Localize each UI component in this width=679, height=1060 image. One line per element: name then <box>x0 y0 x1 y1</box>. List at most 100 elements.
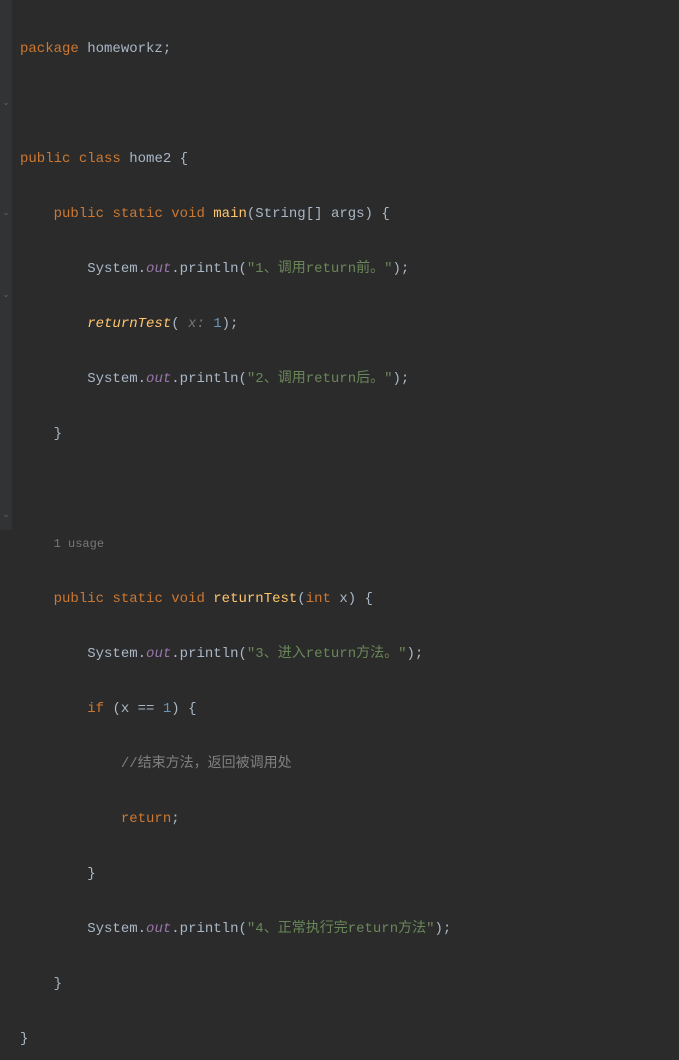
paren: ) { <box>365 206 390 222</box>
println-method: println <box>180 921 239 937</box>
keyword-public: public <box>54 591 104 607</box>
keyword-if: if <box>87 701 104 717</box>
paren: ); <box>407 646 424 662</box>
code-editor[interactable]: ⌄ ⌄ ⌄ ⌄ package homeworkz; public class … <box>0 0 679 530</box>
paren: ); <box>435 921 452 937</box>
println-method: println <box>180 261 239 277</box>
paren: ( <box>112 701 120 717</box>
dot: . <box>171 646 179 662</box>
code-line[interactable]: //结束方法，返回被调用处 <box>20 751 679 779</box>
system-class: System <box>87 261 137 277</box>
package-name: homeworkz <box>87 41 163 57</box>
dot: . <box>138 646 146 662</box>
dot: . <box>138 921 146 937</box>
keyword-void: void <box>171 206 205 222</box>
out-field: out <box>146 261 171 277</box>
fold-mark[interactable]: ⌄ <box>2 510 10 520</box>
param-x: x <box>339 591 347 607</box>
code-area[interactable]: package homeworkz; public class home2 { … <box>12 0 679 530</box>
var-x: x <box>121 701 129 717</box>
code-line[interactable]: package homeworkz; <box>20 36 679 64</box>
brace: } <box>87 866 95 882</box>
system-class: System <box>87 921 137 937</box>
code-line[interactable]: public class home2 { <box>20 146 679 174</box>
method-main: main <box>213 206 247 222</box>
keyword-void: void <box>171 591 205 607</box>
keyword-public: public <box>20 151 70 167</box>
param-hint: x: <box>180 316 214 332</box>
out-field: out <box>146 646 171 662</box>
paren: ( <box>238 646 246 662</box>
dot: . <box>138 261 146 277</box>
system-class: System <box>87 646 137 662</box>
paren: ( <box>297 591 305 607</box>
paren: ); <box>222 316 239 332</box>
keyword-class: class <box>79 151 121 167</box>
out-field: out <box>146 371 171 387</box>
code-line[interactable]: } <box>20 1026 679 1054</box>
fold-mark[interactable]: ⌄ <box>2 208 10 218</box>
brace: { <box>180 151 188 167</box>
brace: } <box>54 976 62 992</box>
string-literal: "3、进入return方法。" <box>247 646 407 662</box>
string-literal: "1、调用return前。" <box>247 261 393 277</box>
code-line[interactable]: System.out.println("1、调用return前。"); <box>20 256 679 284</box>
fold-mark[interactable]: ⌄ <box>2 290 10 300</box>
class-name: home2 <box>129 151 171 167</box>
code-line[interactable]: } <box>20 971 679 999</box>
semicolon: ; <box>163 41 171 57</box>
paren: ( <box>238 371 246 387</box>
paren: ( <box>171 316 179 332</box>
code-line[interactable]: returnTest( x: 1); <box>20 311 679 339</box>
brackets: [] <box>306 206 331 222</box>
gutter: ⌄ ⌄ ⌄ ⌄ <box>0 0 12 530</box>
keyword-static: static <box>112 591 162 607</box>
paren: ) { <box>348 591 373 607</box>
operator: == <box>138 701 155 717</box>
dot: . <box>171 261 179 277</box>
keyword-package: package <box>20 41 79 57</box>
code-line[interactable]: return; <box>20 806 679 834</box>
code-line[interactable]: public static void main(String[] args) { <box>20 201 679 229</box>
paren: ); <box>393 371 410 387</box>
paren: ); <box>393 261 410 277</box>
println-method: println <box>180 646 239 662</box>
code-line[interactable] <box>20 91 679 119</box>
brace: } <box>54 426 62 442</box>
number-literal: 1 <box>163 701 171 717</box>
code-line[interactable]: System.out.println("3、进入return方法。"); <box>20 641 679 669</box>
paren: ( <box>238 261 246 277</box>
keyword-static: static <box>112 206 162 222</box>
brace: } <box>20 1031 28 1047</box>
method-returnTest: returnTest <box>213 591 297 607</box>
code-line[interactable]: System.out.println("4、正常执行完return方法"); <box>20 916 679 944</box>
param-args: args <box>331 206 365 222</box>
string-literal: "2、调用return后。" <box>247 371 393 387</box>
keyword-public: public <box>54 206 104 222</box>
code-line[interactable]: } <box>20 861 679 889</box>
comment: //结束方法，返回被调用处 <box>121 756 292 772</box>
system-class: System <box>87 371 137 387</box>
type-string: String <box>255 206 305 222</box>
number-literal: 1 <box>213 316 221 332</box>
dot: . <box>138 371 146 387</box>
type-int: int <box>306 591 331 607</box>
usage-indicator[interactable]: 1 usage <box>54 537 104 551</box>
fold-mark[interactable]: ⌄ <box>2 98 10 108</box>
println-method: println <box>180 371 239 387</box>
method-call: returnTest <box>87 316 171 332</box>
keyword-return: return <box>121 811 171 827</box>
paren: ( <box>238 921 246 937</box>
string-literal: "4、正常执行完return方法" <box>247 921 435 937</box>
dot: . <box>171 921 179 937</box>
code-line[interactable]: 1 usage <box>20 531 679 559</box>
dot: . <box>171 371 179 387</box>
code-line[interactable]: if (x == 1) { <box>20 696 679 724</box>
code-line[interactable]: public static void returnTest(int x) { <box>20 586 679 614</box>
code-line[interactable]: } <box>20 421 679 449</box>
code-line[interactable]: System.out.println("2、调用return后。"); <box>20 366 679 394</box>
code-line[interactable] <box>20 476 679 504</box>
out-field: out <box>146 921 171 937</box>
semicolon: ; <box>171 811 179 827</box>
paren: ) { <box>171 701 196 717</box>
